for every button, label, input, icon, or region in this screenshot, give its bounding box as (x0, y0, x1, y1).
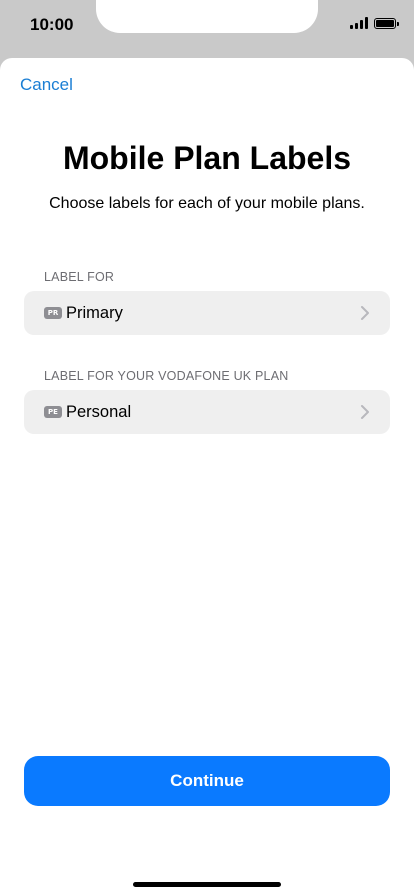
cancel-button[interactable]: Cancel (20, 75, 73, 95)
chevron-right-icon (361, 405, 369, 419)
continue-button[interactable]: Continue (24, 756, 390, 806)
home-indicator[interactable] (133, 882, 281, 887)
plan-label-value: Personal (66, 402, 132, 421)
status-time: 10:00 (30, 15, 74, 34)
plan-badge-icon: PE (44, 406, 62, 418)
chevron-right-icon (361, 306, 369, 320)
plan-label-row-personal[interactable]: PE Personal (24, 390, 390, 434)
battery-icon (374, 17, 399, 29)
status-icons (350, 17, 399, 29)
plan-label-value: Primary (66, 303, 123, 322)
device-notch (96, 0, 318, 33)
plan-label-row-primary[interactable]: PR Primary (24, 291, 390, 335)
section-header-vodafone-plan: LABEL FOR YOUR VODAFONE UK PLAN (44, 369, 289, 383)
page-subtitle: Choose labels for each of your mobile pl… (49, 195, 365, 212)
modal-sheet: Cancel Mobile Plan Labels Choose labels … (0, 58, 414, 896)
cellular-signal-icon (350, 17, 368, 29)
plan-badge-icon: PR (44, 307, 62, 319)
page-title: Mobile Plan Labels (62, 140, 352, 176)
status-bar: 10:00 (0, 0, 414, 58)
section-header-label-for: LABEL FOR (44, 270, 115, 284)
